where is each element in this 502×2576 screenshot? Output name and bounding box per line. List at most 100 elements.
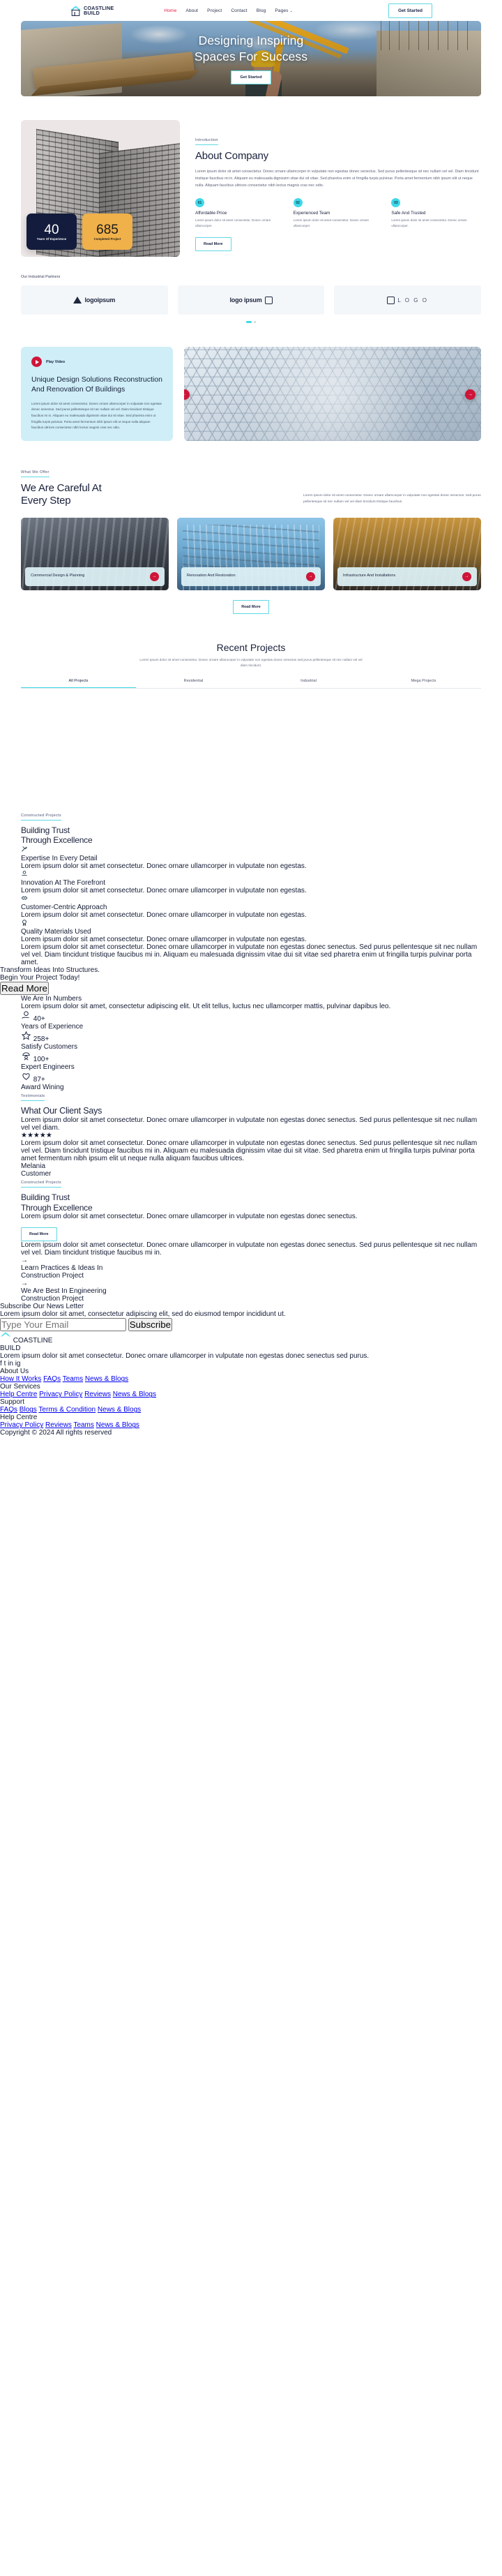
facebook-icon[interactable]: f bbox=[0, 1360, 2, 1368]
footer-brand: COASTLINE BUILD Lorem ipsum dolor sit am… bbox=[0, 1331, 502, 1368]
footer-link[interactable]: Terms & Condition bbox=[38, 1406, 96, 1414]
footer-bottom: Copyright © 2024 All rights reserved bbox=[0, 1429, 502, 1437]
partner-logo-1[interactable]: logoipsum bbox=[21, 285, 168, 315]
instagram-icon[interactable]: ig bbox=[15, 1360, 21, 1368]
play-video-row[interactable]: Play Video bbox=[31, 357, 162, 368]
subscribe-button[interactable]: Subscribe bbox=[128, 1318, 173, 1332]
footer-column-about: About Us How It Works FAQs Teams News & … bbox=[0, 1368, 502, 1383]
trust-cards: Expertise In Every Detail Lorem ipsum do… bbox=[21, 846, 481, 943]
footer-link[interactable]: News & Blogs bbox=[96, 1421, 139, 1429]
nav-item-blog[interactable]: Blog bbox=[257, 8, 266, 13]
footer-link[interactable]: FAQs bbox=[43, 1375, 61, 1383]
number-card-awards: 87+ Award Wining bbox=[21, 1071, 481, 1091]
blog-heading-line-2: Through Excellence bbox=[21, 1202, 93, 1213]
recent-projects-section: Recent Projects Lorem ipsum dolor sit am… bbox=[21, 614, 481, 811]
testimonial-author: Melania bbox=[21, 1162, 46, 1171]
header-get-started-button[interactable]: Get Started bbox=[388, 3, 432, 18]
testimonials-eyebrow: Testimonials bbox=[21, 1094, 45, 1101]
twitter-icon[interactable]: t bbox=[4, 1360, 6, 1368]
footer-link[interactable]: Reviews bbox=[84, 1391, 111, 1398]
about-read-more-button[interactable]: Read More bbox=[195, 237, 231, 252]
project-thumb[interactable] bbox=[21, 756, 132, 811]
trust-heading-line-2: Through Excellence bbox=[21, 835, 93, 846]
services-list: Commercial Design & Planning → Renovatio… bbox=[21, 517, 481, 590]
email-input[interactable] bbox=[0, 1318, 126, 1332]
tab-industrial[interactable]: Industrial bbox=[251, 679, 366, 688]
tab-mega-projects[interactable]: Mega Projects bbox=[366, 679, 481, 688]
arrow-right-icon[interactable]: → bbox=[21, 1280, 28, 1287]
site-header: COASTLINE BUILD Home About Project Conta… bbox=[0, 0, 502, 21]
nav-item-about[interactable]: About bbox=[185, 8, 198, 13]
service-title: Commercial Design & Planning bbox=[31, 574, 85, 578]
footer-link[interactable]: Privacy Policy bbox=[0, 1421, 43, 1429]
nav-item-home[interactable]: Home bbox=[164, 8, 176, 13]
design-paragraph: Lorem ipsum dolor sit amet consectetur. … bbox=[31, 401, 162, 430]
project-thumb[interactable] bbox=[137, 756, 249, 811]
blog-post-card[interactable]: → We Are Best In Engineering Constructio… bbox=[21, 1280, 481, 1303]
stat-label: Years Of Experience bbox=[36, 237, 67, 241]
trust-eyebrow: Constructed Projects bbox=[21, 814, 61, 821]
footer-link[interactable]: Reviews bbox=[45, 1421, 72, 1429]
carousel-dot-active[interactable] bbox=[245, 321, 252, 324]
services-section: What We Offer We Are Careful At Every St… bbox=[21, 441, 481, 614]
footer-link[interactable]: FAQs bbox=[0, 1406, 17, 1414]
blog-read-more-button[interactable]: Read More bbox=[21, 1227, 57, 1242]
stat-card-projects: 685 Completed Project bbox=[82, 214, 132, 250]
design-image-panel: ← → bbox=[184, 347, 481, 442]
service-card-commercial-design[interactable]: Commercial Design & Planning → bbox=[21, 517, 169, 590]
project-thumb[interactable] bbox=[137, 697, 249, 751]
service-card-infrastructure[interactable]: Infrastructure And Installations → bbox=[333, 517, 481, 590]
play-video-label: Play Video bbox=[46, 359, 66, 364]
carousel-next-icon[interactable]: → bbox=[465, 389, 476, 400]
project-thumb[interactable] bbox=[254, 756, 365, 811]
tab-residential[interactable]: Residential bbox=[136, 679, 251, 688]
idea-hand-icon bbox=[21, 870, 28, 879]
arrow-right-icon[interactable]: → bbox=[150, 571, 159, 581]
about-media: 40 Years Of Experience 685 Completed Pro… bbox=[21, 120, 180, 257]
cta-line-1: Transform Ideas Into Structures. bbox=[0, 966, 100, 974]
arrow-right-icon[interactable]: → bbox=[462, 571, 471, 581]
footer-column-help: Help Centre Privacy Policy Reviews Teams… bbox=[0, 1414, 502, 1429]
footer-link[interactable]: Teams bbox=[63, 1375, 83, 1383]
footer-link[interactable]: Teams bbox=[73, 1421, 93, 1429]
nav-item-pages[interactable]: Pages ⌄ bbox=[275, 8, 293, 13]
partner-logo-3[interactable]: L O G O bbox=[334, 285, 482, 315]
number-label: Years of Experience bbox=[21, 1022, 84, 1031]
blog-post-card[interactable]: → Learn Practices & Ideas In Constructio… bbox=[21, 1257, 481, 1280]
footer-link[interactable]: News & Blogs bbox=[98, 1406, 141, 1414]
footer-link[interactable]: News & Blogs bbox=[113, 1391, 156, 1398]
trust-card-text: Lorem ipsum dolor sit amet consectetur. … bbox=[21, 911, 307, 919]
arrow-right-icon[interactable]: → bbox=[306, 571, 315, 581]
nav-item-contact[interactable]: Contact bbox=[231, 8, 247, 13]
tab-all-projects[interactable]: All Projects bbox=[21, 679, 136, 688]
footer-column-heading: Our Services bbox=[0, 1383, 40, 1391]
hero-get-started-button[interactable]: Get Started bbox=[231, 70, 271, 84]
footer-link[interactable]: How It Works bbox=[0, 1375, 41, 1383]
hero-title-line-1: Designing Inspiring bbox=[198, 33, 304, 48]
star-icon bbox=[21, 1031, 31, 1043]
footer-link[interactable]: News & Blogs bbox=[85, 1375, 128, 1383]
project-thumb[interactable] bbox=[254, 697, 365, 751]
triangle-logo-icon bbox=[73, 297, 82, 304]
about-paragraph: Lorem ipsum dolor sit amet consectetur. … bbox=[195, 170, 479, 188]
logo[interactable]: COASTLINE BUILD bbox=[70, 5, 114, 17]
footer-link[interactable]: Privacy Policy bbox=[39, 1391, 82, 1398]
project-thumb[interactable] bbox=[370, 697, 481, 751]
footer-link[interactable]: Blogs bbox=[20, 1406, 37, 1414]
footer-column-services: Our Services Help Centre Privacy Policy … bbox=[0, 1383, 502, 1398]
service-title: Infrastructure And Installations bbox=[343, 574, 396, 578]
blog-heading-line-1: Building Trust bbox=[21, 1192, 70, 1203]
service-card-renovation[interactable]: Renovation And Restoration → bbox=[177, 517, 325, 590]
nav-item-project[interactable]: Project bbox=[207, 8, 222, 13]
footer-column-heading: Help Centre bbox=[0, 1414, 38, 1422]
arrow-right-icon[interactable]: → bbox=[21, 1257, 28, 1264]
footer-link[interactable]: Help Centre bbox=[0, 1391, 37, 1398]
services-read-more-button[interactable]: Read More bbox=[233, 599, 269, 614]
play-icon[interactable] bbox=[31, 357, 42, 368]
footer-brand-text: Lorem ipsum dolor sit amet consectetur. … bbox=[0, 1352, 370, 1361]
linkedin-icon[interactable]: in bbox=[8, 1360, 13, 1368]
project-thumb[interactable] bbox=[21, 697, 132, 751]
stat-card-experience: 40 Years Of Experience bbox=[26, 214, 77, 250]
cta-read-more-button[interactable]: Read More bbox=[0, 981, 49, 995]
partner-logo-2[interactable]: logo ipsum bbox=[177, 285, 325, 315]
